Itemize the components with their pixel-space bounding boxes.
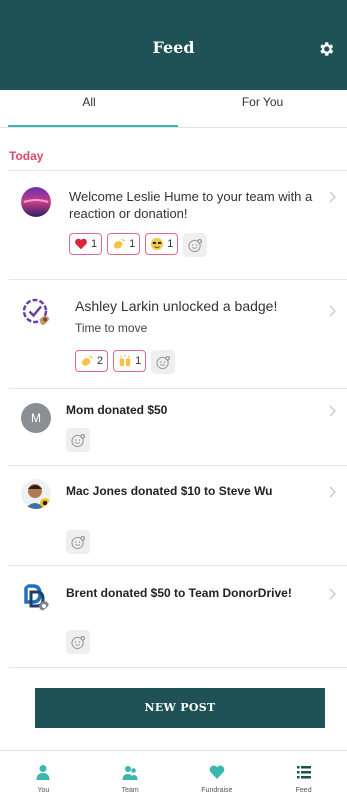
- tab-for-you[interactable]: For You: [178, 90, 347, 128]
- list-icon: [296, 766, 311, 779]
- feed-item-text: Ashley Larkin unlocked a badge!: [75, 298, 278, 314]
- reaction-count: 1: [135, 355, 142, 367]
- feed-item-text: Mac Jones donated $10 to Steve Wu: [66, 484, 273, 498]
- nav-label: You: [37, 787, 50, 794]
- new-post-button[interactable]: NEW POST: [35, 688, 325, 728]
- sunglasses-emoji-icon: [151, 237, 164, 251]
- reaction-bar: [66, 428, 90, 452]
- feed-item[interactable]: M Mom donated $50: [9, 388, 347, 465]
- nav-label: Fundraise: [201, 787, 233, 794]
- avatar: [21, 479, 51, 509]
- chevron-right-icon: [329, 305, 336, 317]
- tab-all[interactable]: All: [0, 90, 178, 128]
- nav-item-team[interactable]: Team: [87, 751, 174, 812]
- clapping-hands-emoji-icon: [81, 355, 93, 366]
- add-reaction-icon: [188, 238, 202, 252]
- reaction-count: 1: [167, 238, 174, 250]
- nav-item-feed[interactable]: Feed: [260, 751, 347, 812]
- feed-item-text: Brent donated $50 to Team DonorDrive!: [66, 586, 292, 600]
- feed-item-text: Mom donated $50: [66, 403, 168, 417]
- team-icon: [122, 766, 138, 780]
- active-tab-indicator: [8, 125, 178, 127]
- reaction-heart[interactable]: 1: [69, 233, 103, 255]
- bottom-nav: You Team Fundraise Feed: [0, 751, 347, 812]
- feed-item[interactable]: Mac Jones donated $10 to Steve Wu: [9, 465, 347, 565]
- reaction-count: 2: [97, 355, 104, 367]
- clapping-hands-emoji-icon: [114, 238, 125, 249]
- reaction-bar: [66, 530, 90, 554]
- page-title: Feed: [152, 38, 195, 57]
- badge-icon: [22, 298, 50, 326]
- reaction-clapping-hands[interactable]: 2: [75, 350, 109, 372]
- gear-icon[interactable]: [317, 40, 335, 58]
- reaction-clapping-hands[interactable]: 1: [107, 233, 141, 255]
- raised-hands-emoji-icon: [119, 354, 131, 367]
- chevron-right-icon: [329, 588, 336, 600]
- tabs-divider: [0, 127, 347, 128]
- nav-label: Team: [121, 787, 139, 794]
- feed-item[interactable]: Ashley Larkin unlocked a badge! Time to …: [9, 279, 347, 388]
- chevron-right-icon: [329, 405, 336, 417]
- chevron-right-icon: [329, 486, 336, 498]
- add-reaction-icon: [70, 535, 85, 549]
- nav-item-fundraise[interactable]: Fundraise: [174, 751, 261, 812]
- reaction-sunglasses[interactable]: 1: [145, 233, 179, 255]
- heart-emoji-icon: [75, 238, 87, 250]
- add-reaction-button[interactable]: [66, 630, 90, 654]
- feed-item[interactable]: Brent donated $50 to Team DonorDrive!: [9, 565, 347, 668]
- add-reaction-button[interactable]: [66, 428, 90, 452]
- heart-icon: [209, 765, 225, 779]
- nav-item-you[interactable]: You: [0, 751, 87, 812]
- app-header: Feed: [0, 0, 347, 90]
- add-reaction-icon: [156, 355, 170, 369]
- add-reaction-icon: [70, 433, 85, 447]
- reaction-count: 1: [129, 238, 136, 250]
- feed-item-subtext: Time to move: [75, 321, 148, 335]
- avatar: M: [21, 403, 51, 433]
- add-reaction-button[interactable]: [183, 233, 208, 257]
- reaction-raised-hands[interactable]: 1: [113, 350, 147, 372]
- reaction-bar: 1 1 1: [69, 233, 208, 257]
- team-logo-icon: [24, 584, 49, 611]
- add-reaction-button[interactable]: [151, 350, 176, 374]
- avatar: [21, 187, 51, 217]
- feed-item[interactable]: Welcome Leslie Hume to your team with a …: [9, 170, 347, 279]
- reaction-bar: 2 1: [75, 350, 176, 374]
- feed-item-text: Welcome Leslie Hume to your team with a …: [69, 189, 313, 221]
- person-icon: [36, 765, 50, 780]
- reaction-count: 1: [91, 238, 98, 250]
- add-reaction-icon: [70, 635, 85, 649]
- reaction-bar: [66, 630, 90, 654]
- chevron-right-icon: [329, 191, 336, 203]
- add-reaction-button[interactable]: [66, 530, 90, 554]
- section-heading-today: Today: [9, 149, 44, 163]
- feed-tabs: All For You: [0, 90, 347, 128]
- nav-label: Feed: [295, 787, 312, 794]
